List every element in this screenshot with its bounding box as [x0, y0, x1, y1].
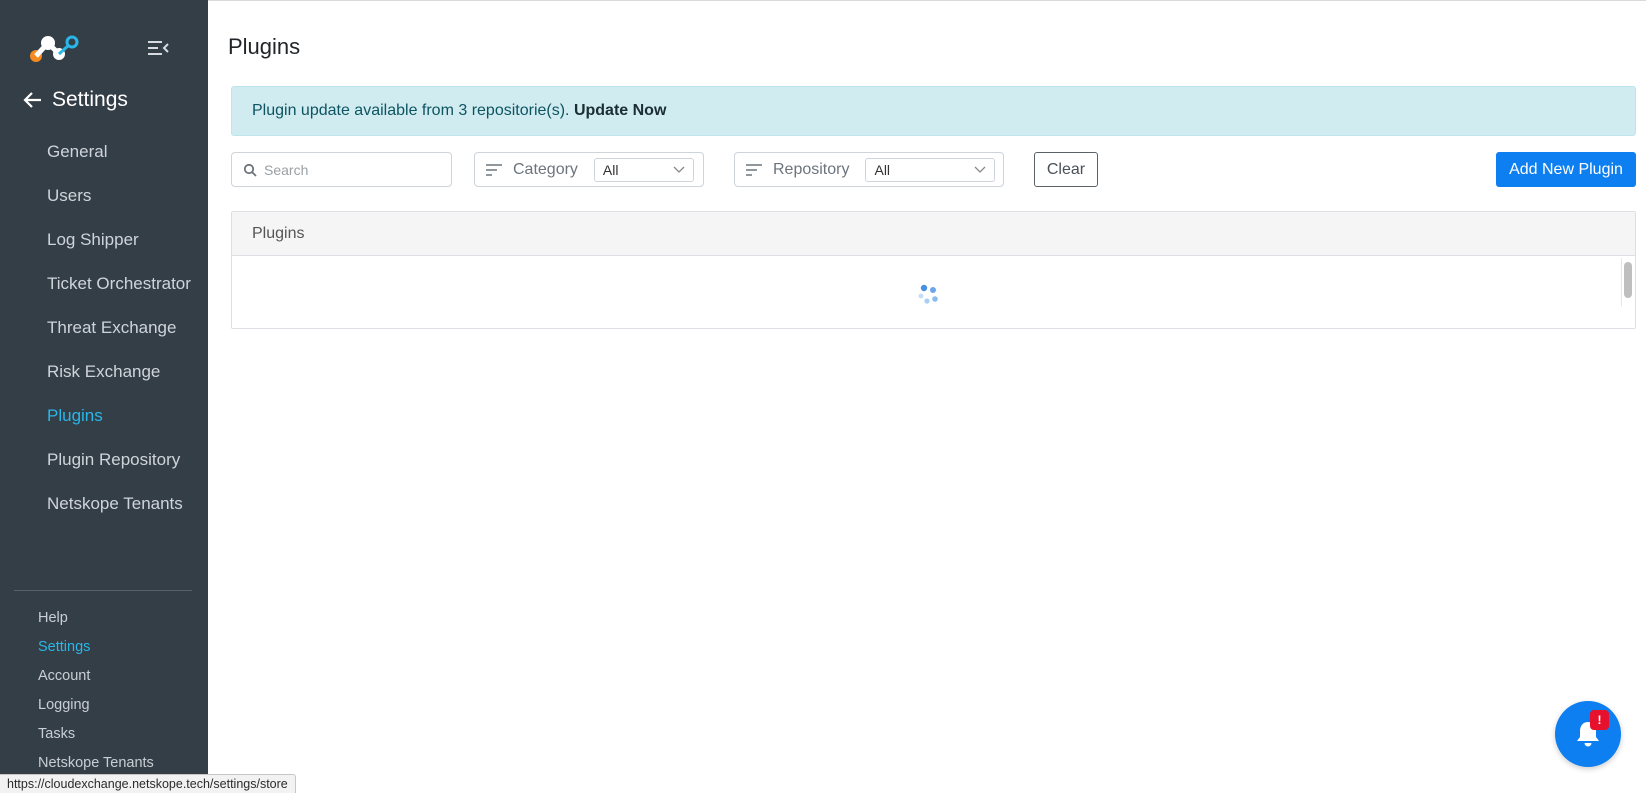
- search-icon: [243, 163, 257, 177]
- search-box[interactable]: [231, 152, 452, 187]
- sidebar-divider: [14, 590, 192, 591]
- sidebar-item-ticket-orchestrator[interactable]: Ticket Orchestrator: [0, 262, 208, 306]
- status-bar-url: https://cloudexchange.netskope.tech/sett…: [0, 774, 296, 793]
- settings-nav: General Users Log Shipper Ticket Orchest…: [0, 130, 208, 526]
- scrollbar-track: [1621, 258, 1622, 306]
- sidebar: Settings General Users Log Shipper Ticke…: [0, 0, 208, 793]
- top-border: [208, 0, 1646, 1]
- category-select[interactable]: All: [593, 157, 694, 182]
- sidebar-item-users[interactable]: Users: [0, 174, 208, 218]
- global-nav-tasks[interactable]: Tasks: [0, 720, 208, 749]
- global-nav-logging[interactable]: Logging: [0, 691, 208, 720]
- sidebar-item-plugins[interactable]: Plugins: [0, 394, 208, 438]
- category-value: All: [602, 161, 619, 178]
- repository-filter: Repository All: [734, 152, 1004, 187]
- chevron-down-icon: [975, 166, 986, 173]
- plugins-card-body: [232, 256, 1635, 328]
- scrollbar-thumb[interactable]: [1624, 262, 1632, 298]
- sort-icon: [486, 163, 502, 176]
- repository-select[interactable]: All: [865, 157, 996, 182]
- card-scrollbar[interactable]: [1621, 258, 1632, 306]
- sidebar-item-log-shipper[interactable]: Log Shipper: [0, 218, 208, 262]
- clear-button[interactable]: Clear: [1034, 152, 1098, 187]
- global-nav-help[interactable]: Help: [0, 604, 208, 633]
- plugins-card: Plugins: [231, 211, 1636, 329]
- plugins-card-header: Plugins: [232, 212, 1635, 256]
- update-now-link[interactable]: Update Now: [574, 102, 666, 119]
- global-nav-settings[interactable]: Settings: [0, 633, 208, 662]
- netskope-logo[interactable]: [28, 32, 80, 64]
- global-nav: Help Settings Account Logging Tasks Nets…: [0, 604, 208, 778]
- search-input[interactable]: [264, 161, 434, 178]
- update-banner: Plugin update available from 3 repositor…: [231, 86, 1636, 136]
- sidebar-item-plugin-repository[interactable]: Plugin Repository: [0, 438, 208, 482]
- notification-badge: !: [1590, 710, 1609, 730]
- global-nav-account[interactable]: Account: [0, 662, 208, 691]
- sidebar-item-risk-exchange[interactable]: Risk Exchange: [0, 350, 208, 394]
- repository-value: All: [874, 161, 891, 178]
- loading-spinner-icon: [918, 284, 938, 304]
- sidebar-item-threat-exchange[interactable]: Threat Exchange: [0, 306, 208, 350]
- sort-icon: [746, 163, 762, 176]
- settings-back-link[interactable]: Settings: [22, 88, 128, 112]
- banner-text: Plugin update available from 3 repositor…: [252, 102, 570, 119]
- category-filter: Category All: [474, 152, 704, 187]
- sidebar-item-netskope-tenants[interactable]: Netskope Tenants: [0, 482, 208, 526]
- repository-label: Repository: [773, 160, 850, 178]
- menu-collapse-icon[interactable]: [146, 38, 170, 58]
- category-label: Category: [513, 160, 578, 178]
- sidebar-section-title: Settings: [52, 88, 128, 111]
- arrow-left-icon: [23, 92, 41, 108]
- page-title: Plugins: [228, 34, 301, 59]
- notifications-button[interactable]: [1555, 701, 1621, 767]
- sidebar-item-general[interactable]: General: [0, 130, 208, 174]
- add-new-plugin-button[interactable]: Add New Plugin: [1496, 152, 1636, 187]
- chevron-down-icon: [673, 166, 685, 173]
